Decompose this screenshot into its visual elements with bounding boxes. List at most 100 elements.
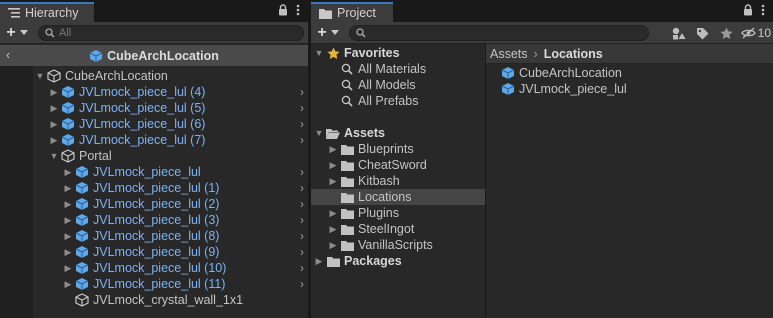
project-tree-label: SteelIngot xyxy=(358,222,415,236)
project-tree-item[interactable]: ▼ Assets xyxy=(311,125,485,141)
hierarchy-row[interactable]: ▶ JVLmock_piece_lul (7) › xyxy=(0,132,308,148)
asset-list-item[interactable]: JVLmock_piece_lul xyxy=(486,81,773,97)
collapsed-arrow-icon[interactable]: ▶ xyxy=(62,244,74,260)
open-prefab-chevron-icon[interactable]: › xyxy=(300,260,304,276)
star-icon xyxy=(720,27,733,39)
open-prefab-chevron-icon[interactable]: › xyxy=(300,196,304,212)
hierarchy-row[interactable]: ▶ JVLmock_piece_lul (4) › xyxy=(0,84,308,100)
open-prefab-chevron-icon[interactable]: › xyxy=(300,84,304,100)
gameobject-icon xyxy=(60,148,76,164)
open-prefab-chevron-icon[interactable]: › xyxy=(300,164,304,180)
collapsed-arrow-icon[interactable]: ▶ xyxy=(327,173,339,189)
hierarchy-row[interactable]: ▶ JVLmock_piece_lul (9) › xyxy=(0,244,308,260)
collapsed-arrow-icon[interactable]: ▶ xyxy=(48,84,60,100)
open-prefab-chevron-icon[interactable]: › xyxy=(300,100,304,116)
tab-project-label: Project xyxy=(337,6,376,20)
folder-icon xyxy=(339,189,355,205)
more-options-icon[interactable] xyxy=(761,4,765,19)
expanded-arrow-icon[interactable]: ▼ xyxy=(34,68,46,84)
plus-icon: + xyxy=(317,23,327,41)
lock-icon[interactable] xyxy=(743,4,753,19)
tab-hierarchy[interactable]: Hierarchy xyxy=(0,2,94,22)
project-tree-item[interactable]: ▶ Blueprints xyxy=(311,141,485,157)
project-tree-item[interactable]: Locations xyxy=(311,189,485,205)
hierarchy-row[interactable]: ▶ JVLmock_piece_lul (3) › xyxy=(0,212,308,228)
hierarchy-row[interactable]: ▼ Portal xyxy=(0,148,308,164)
open-prefab-chevron-icon[interactable]: › xyxy=(300,116,304,132)
expanded-arrow-icon[interactable]: ▼ xyxy=(48,148,60,164)
hierarchy-row[interactable]: JVLmock_crystal_wall_1x1 xyxy=(0,292,308,308)
collapsed-arrow-icon[interactable]: ▶ xyxy=(327,221,339,237)
collapsed-arrow-icon[interactable]: ▶ xyxy=(62,164,74,180)
open-prefab-chevron-icon[interactable]: › xyxy=(300,212,304,228)
hierarchy-row[interactable]: ▶ JVLmock_piece_lul (8) › xyxy=(0,228,308,244)
project-tree-item[interactable]: All Models xyxy=(311,77,485,93)
favorites-filter-button[interactable] xyxy=(717,24,737,42)
hierarchy-search-input[interactable] xyxy=(59,27,259,39)
hierarchy-row[interactable]: ▼ CubeArchLocation xyxy=(0,68,308,84)
hierarchy-search[interactable] xyxy=(38,25,304,41)
breadcrumb-current[interactable]: Locations xyxy=(544,47,603,61)
more-options-icon[interactable] xyxy=(296,4,300,19)
eye-slash-icon xyxy=(740,27,756,39)
create-asset-button[interactable]: + xyxy=(311,23,345,43)
breadcrumb-assets[interactable]: Assets xyxy=(490,47,528,61)
collapsed-arrow-icon[interactable]: ▶ xyxy=(313,253,325,269)
tab-project[interactable]: Project xyxy=(311,2,393,22)
back-arrow-icon[interactable]: ‹ xyxy=(6,48,10,62)
collapsed-arrow-icon[interactable]: ▶ xyxy=(62,276,74,292)
collapsed-arrow-icon[interactable]: ▶ xyxy=(327,141,339,157)
prefab-cube-icon xyxy=(89,49,103,63)
hierarchy-row[interactable]: ▶ JVLmock_piece_lul (6) › xyxy=(0,116,308,132)
project-tree-item[interactable]: ▼ Favorites xyxy=(311,45,485,61)
project-tree-item[interactable]: ▶ Packages xyxy=(311,253,485,269)
project-tree-label: All Materials xyxy=(358,62,427,76)
hierarchy-row-label: CubeArchLocation xyxy=(65,69,168,83)
project-tree-label: CheatSword xyxy=(358,158,427,172)
hierarchy-row[interactable]: ▶ JVLmock_piece_lul (11) › xyxy=(0,276,308,292)
collapsed-arrow-icon[interactable]: ▶ xyxy=(62,196,74,212)
project-tree-item[interactable]: ▶ VanillaScripts xyxy=(311,237,485,253)
search-by-label-button[interactable] xyxy=(693,24,713,42)
project-tree-item[interactable]: ▶ Plugins xyxy=(311,205,485,221)
project-search[interactable] xyxy=(349,25,649,41)
expanded-arrow-icon[interactable]: ▼ xyxy=(313,45,325,61)
folder-icon xyxy=(325,253,341,269)
collapsed-arrow-icon[interactable]: ▶ xyxy=(327,205,339,221)
open-prefab-chevron-icon[interactable]: › xyxy=(300,276,304,292)
open-prefab-chevron-icon[interactable]: › xyxy=(300,132,304,148)
hidden-packages-toggle[interactable]: 10 xyxy=(740,24,771,42)
collapsed-arrow-icon[interactable]: ▶ xyxy=(327,157,339,173)
project-search-input[interactable] xyxy=(370,27,570,39)
project-tree-item[interactable]: All Materials xyxy=(311,61,485,77)
collapsed-arrow-icon[interactable]: ▶ xyxy=(62,228,74,244)
hierarchy-row[interactable]: ▶ JVLmock_piece_lul (10) › xyxy=(0,260,308,276)
hierarchy-row[interactable]: ▶ JVLmock_piece_lul › xyxy=(0,164,308,180)
collapsed-arrow-icon[interactable]: ▶ xyxy=(62,180,74,196)
collapsed-arrow-icon[interactable]: ▶ xyxy=(48,116,60,132)
prefab-title: CubeArchLocation xyxy=(107,48,219,63)
open-prefab-chevron-icon[interactable]: › xyxy=(300,244,304,260)
collapsed-arrow-icon[interactable]: ▶ xyxy=(48,132,60,148)
project-tree-item[interactable]: ▶ Kitbash xyxy=(311,173,485,189)
search-by-type-button[interactable] xyxy=(669,24,689,42)
collapsed-arrow-icon[interactable]: ▶ xyxy=(62,212,74,228)
asset-list-item[interactable]: CubeArchLocation xyxy=(486,65,773,81)
hierarchy-row[interactable]: ▶ JVLmock_piece_lul (2) › xyxy=(0,196,308,212)
collapsed-arrow-icon[interactable]: ▶ xyxy=(327,237,339,253)
project-tree-item[interactable]: ▶ SteelIngot xyxy=(311,221,485,237)
collapsed-arrow-icon[interactable]: ▶ xyxy=(48,100,60,116)
lock-icon[interactable] xyxy=(278,4,288,19)
project-tree-item[interactable]: All Prefabs xyxy=(311,93,485,109)
expanded-arrow-icon[interactable]: ▼ xyxy=(313,125,325,141)
create-button[interactable]: + xyxy=(0,23,34,43)
project-tree-item[interactable]: ▶ CheatSword xyxy=(311,157,485,173)
hierarchy-row[interactable]: ▶ JVLmock_piece_lul (1) › xyxy=(0,180,308,196)
hierarchy-row[interactable]: ▶ JVLmock_piece_lul (5) › xyxy=(0,100,308,116)
open-prefab-chevron-icon[interactable]: › xyxy=(300,180,304,196)
open-prefab-chevron-icon[interactable]: › xyxy=(300,228,304,244)
collapsed-arrow-icon[interactable]: ▶ xyxy=(62,260,74,276)
hidden-packages-count: 10 xyxy=(757,26,771,40)
hierarchy-row-label: Portal xyxy=(79,149,112,163)
